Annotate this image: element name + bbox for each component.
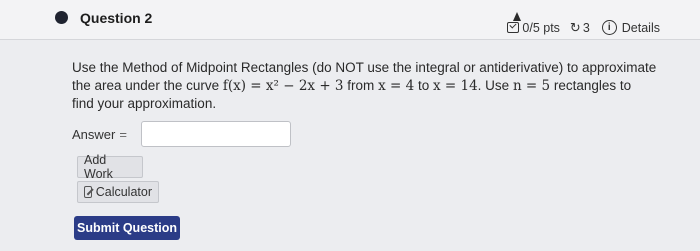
function-expression: f(x) = x² − 2x + 3 xyxy=(222,78,344,94)
question-body: Use the Method of Midpoint Rectangles (d… xyxy=(72,59,672,113)
calculator-label: Calculator xyxy=(95,185,152,199)
calculator-icon xyxy=(84,186,92,198)
answer-label: Answer xyxy=(72,126,116,142)
upper-bound-expression: x = 14 xyxy=(432,78,478,94)
question-header: Question 2 0/5 pts ↻ 3 i Details xyxy=(0,0,700,40)
answer-equals-sign: = xyxy=(119,126,127,142)
question-line-3: find your approximation. xyxy=(72,96,217,111)
question-meta: 0/5 pts ↻ 3 i Details xyxy=(507,20,660,35)
answer-input[interactable] xyxy=(140,121,291,147)
question-text-segment: rectangles to xyxy=(553,78,632,93)
answer-row: Answer = xyxy=(72,121,291,147)
question-text-segment: from xyxy=(347,78,375,93)
question-text: Use the Method of Midpoint Rectangles (d… xyxy=(72,59,672,113)
question-line-1: Use the Method of Midpoint Rectangles (d… xyxy=(72,60,657,75)
question-text-segment: . Use xyxy=(477,78,510,93)
question-title: Question 2 xyxy=(80,10,153,26)
lower-bound-expression: x = 4 xyxy=(378,78,415,94)
retry-icon: ↻ xyxy=(569,20,581,35)
question-page: Question 2 0/5 pts ↻ 3 i Details Use the… xyxy=(0,0,700,251)
details-link[interactable]: Details xyxy=(622,21,660,35)
question-text-segment: the area under the curve xyxy=(72,78,220,93)
info-icon[interactable]: i xyxy=(601,20,617,35)
checkbox-points-icon xyxy=(507,22,520,33)
question-status-dot xyxy=(55,11,68,24)
question-line-2: the area under the curve f(x) = x² − 2x … xyxy=(72,77,672,95)
add-work-label: Add Work xyxy=(84,153,113,181)
n-expression: n = 5 xyxy=(512,78,551,94)
calculator-button[interactable]: Calculator xyxy=(77,181,159,203)
retries-count: 3 xyxy=(582,20,590,35)
add-work-button[interactable]: Add Work xyxy=(77,153,143,181)
submit-question-button[interactable]: Submit Question xyxy=(74,216,180,240)
points-text: 0/5 pts xyxy=(522,20,560,35)
question-text-segment: to xyxy=(417,78,430,93)
